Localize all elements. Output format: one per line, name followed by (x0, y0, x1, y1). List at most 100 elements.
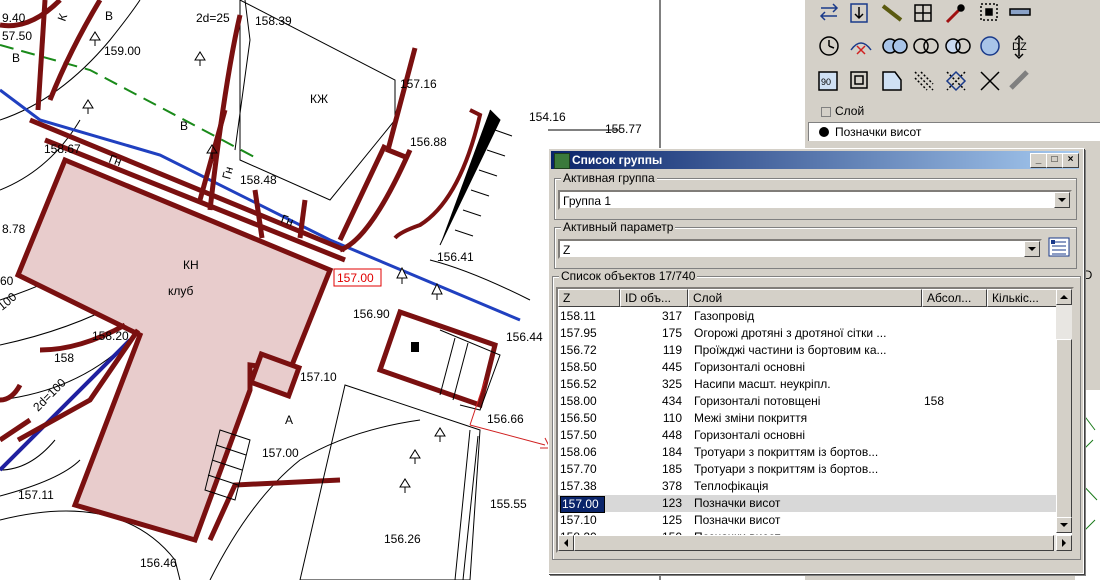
cell-abs: 158 (924, 394, 945, 408)
elev-9: 158.67 (44, 142, 81, 156)
label-v-1: В (12, 51, 20, 65)
label-gn-3: Гн (219, 165, 236, 181)
pin-box-icon[interactable] (850, 3, 868, 23)
label-k: К (55, 12, 71, 23)
scroll-right-button[interactable] (1056, 535, 1072, 551)
label-v-3: В (105, 9, 113, 23)
dz-icon[interactable]: DZ (1012, 34, 1027, 60)
cell-z: 158.11 (560, 309, 596, 323)
table-row[interactable]: 157.38 378 Теплофікація (558, 478, 1058, 495)
cell-z: 158.06 (560, 445, 597, 459)
arrows-icon[interactable] (819, 3, 839, 21)
hatch-diagonal-icon[interactable] (914, 71, 934, 91)
elev-4: 158.39 (255, 14, 292, 28)
circles-overlap-icon[interactable] (945, 38, 971, 54)
vertical-scrollbar[interactable] (1056, 289, 1072, 533)
table-row[interactable]: 156.72 119 Проїжджі частини із бортовим ка… (558, 342, 1058, 359)
table-row[interactable]: 157.00 123 Позначки висот (558, 495, 1058, 513)
param-list-icon[interactable] (1047, 236, 1071, 258)
elev-27: 100 (0, 289, 20, 313)
scroll-up-button[interactable] (1056, 289, 1072, 305)
ruler-icon[interactable] (1009, 70, 1029, 90)
chevron-down-icon[interactable] (1024, 241, 1040, 257)
collapse-toggle[interactable] (821, 107, 831, 117)
column-header-id[interactable]: ID объ... (620, 289, 688, 307)
elev-2: 57.50 (2, 29, 32, 43)
cell-layer: Газопровід (694, 309, 755, 323)
table-row[interactable]: 156.50 110 Межі зміни покриття (558, 410, 1058, 427)
minimize-button[interactable]: _ (1030, 153, 1047, 168)
elev-16: 156.44 (506, 330, 543, 344)
square-icon[interactable] (850, 71, 868, 89)
hscroll-thumb[interactable] (574, 535, 1054, 551)
highlighted-elevation: 157.00 (337, 271, 374, 285)
scroll-left-button[interactable] (558, 535, 574, 551)
building-small (376, 308, 498, 409)
table-row[interactable]: 158.06 184 Тротуари з покриттям із бортов.… (558, 444, 1058, 461)
column-header-count[interactable]: Кількіс... (987, 289, 1058, 307)
scroll-thumb[interactable] (1056, 339, 1072, 529)
layer-selector[interactable]: Позначки висот (808, 122, 1100, 141)
maximize-button[interactable]: □ (1046, 153, 1063, 168)
cross-lines-icon[interactable] (980, 71, 1000, 91)
triangle-icon[interactable] (882, 71, 902, 91)
elev-22: 155.55 (490, 497, 527, 511)
cell-layer: Межі зміни покриття (694, 411, 808, 425)
layer-label: Слой (835, 104, 865, 118)
table-row[interactable]: 157.95 175 Огорожі дротяні з дротяної сітк… (558, 325, 1058, 342)
close-button[interactable]: × (1062, 153, 1079, 168)
layer-value: Позначки висот (835, 125, 922, 139)
table-row[interactable]: 157.10 125 Позначки висот (558, 512, 1058, 529)
elev-23: 156.46 (140, 556, 177, 570)
rotate-90-icon[interactable]: 90 (818, 71, 838, 91)
table-row[interactable]: 157.70 185 Тротуари з покриттям із бортов.… (558, 461, 1058, 478)
column-header-z[interactable]: Z (558, 289, 620, 307)
table-row[interactable]: 158.11 317 Газопровід (558, 308, 1058, 325)
elev-17: 158.20 (92, 329, 129, 343)
horizontal-scrollbar[interactable] (558, 535, 1072, 551)
grid-icon[interactable] (914, 4, 932, 22)
cell-id: 123 (661, 496, 682, 510)
active-param-combo[interactable]: Z (558, 239, 1042, 259)
dialog-titlebar[interactable]: Список группы _ □ × (551, 151, 1079, 169)
elev-10: 156.88 (410, 135, 447, 149)
object-list[interactable]: Z ID объ... Слой Абсол... Кількіс... 158… (556, 287, 1074, 553)
chevron-down-icon[interactable] (1054, 192, 1070, 208)
circle-icon[interactable] (980, 36, 1000, 56)
circles-union-icon[interactable] (882, 38, 908, 54)
column-header-layer[interactable]: Слой (688, 289, 922, 307)
table-row[interactable]: 158.00 434 Горизонталі потовщені 158 (558, 393, 1058, 410)
cell-layer: Позначки висот (694, 513, 781, 527)
table-row[interactable]: 157.50 448 Горизонталі основні (558, 427, 1058, 444)
cell-id: 185 (661, 462, 682, 476)
select-box-icon[interactable] (980, 3, 998, 21)
clock-icon[interactable] (819, 36, 839, 56)
column-header-abs[interactable]: Абсол... (922, 289, 987, 307)
hatch-cross-icon[interactable] (945, 70, 967, 92)
eyedropper-icon[interactable] (945, 4, 965, 24)
cell-layer: Тротуари з покриттям із бортов... (694, 462, 879, 476)
label-klub: клуб (168, 284, 194, 298)
table-row[interactable]: 158.50 445 Горизонталі основні (558, 359, 1058, 376)
chain-icon[interactable] (881, 4, 903, 22)
line-icon[interactable] (1009, 8, 1031, 16)
cell-z: 158.50 (560, 360, 597, 374)
cell-z: 157.95 (560, 326, 597, 340)
cell-z: 157.70 (560, 462, 597, 476)
cell-id: 119 (662, 343, 682, 357)
z-edit-field[interactable]: 157.00 (560, 496, 605, 513)
active-group-label: Активная группа (561, 171, 657, 185)
cell-z: 157.50 (560, 428, 597, 442)
elev-28: 60 (0, 274, 14, 288)
table-row[interactable]: 156.52 325 Насипи масшт. неукріпл. (558, 376, 1058, 393)
elev-19: 156.66 (487, 412, 524, 426)
cell-id: 184 (661, 445, 682, 459)
active-param-box: Активный параметр Z (554, 220, 1077, 269)
elev-8: 155.77 (605, 122, 642, 136)
active-group-combo[interactable]: Группа 1 (558, 190, 1072, 210)
scroll-down-button[interactable] (1056, 517, 1072, 533)
cell-layer: Горизонталі основні (694, 428, 806, 442)
label-kn: КН (183, 258, 199, 272)
curve-cross-icon[interactable] (850, 42, 872, 55)
circles-intersect-icon[interactable] (913, 38, 939, 54)
